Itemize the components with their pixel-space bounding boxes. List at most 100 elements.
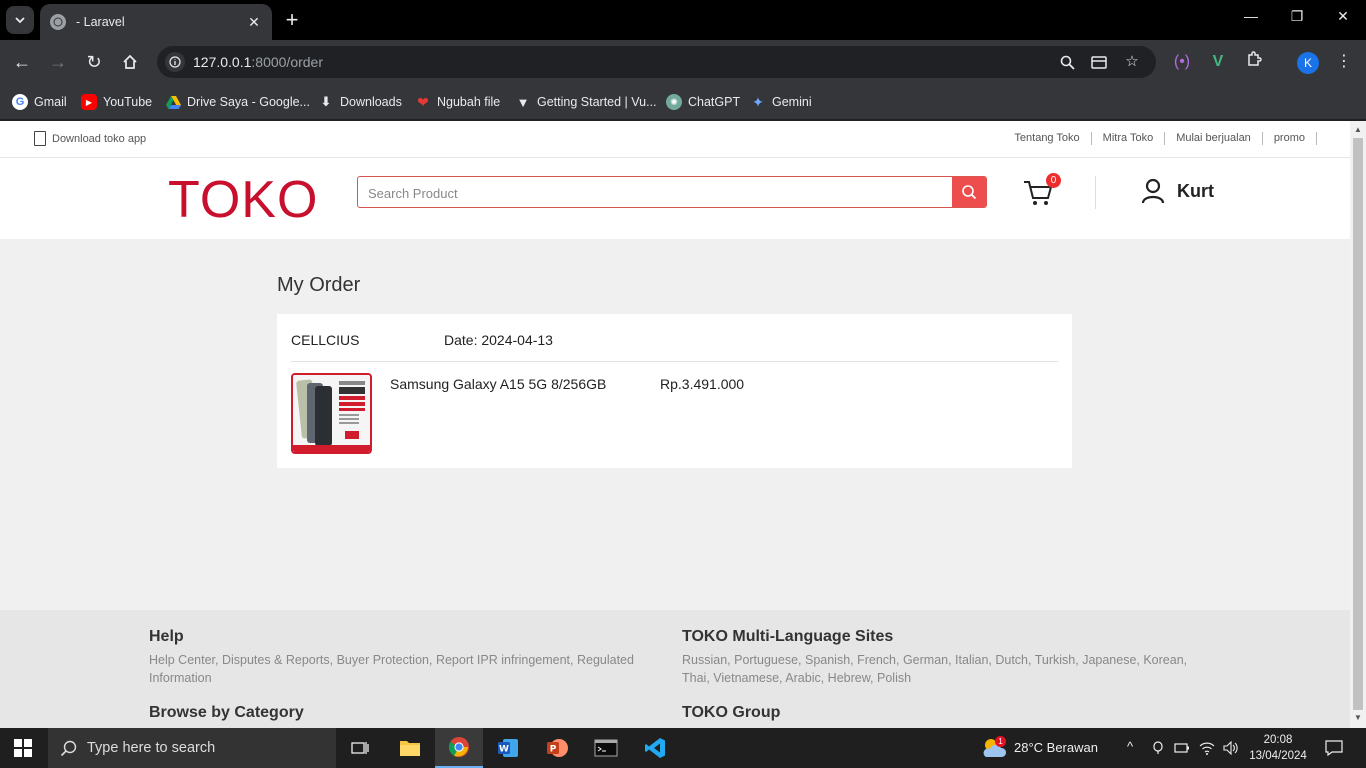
taskbar-word[interactable]: W: [484, 728, 532, 768]
link-mitra-toko[interactable]: Mitra Toko: [1092, 132, 1166, 145]
download-app-link[interactable]: Download toko app: [34, 131, 146, 146]
volume-icon[interactable]: [1218, 728, 1244, 768]
vscode-icon: [645, 738, 665, 758]
bookmark-youtube[interactable]: ▶ YouTube: [81, 92, 152, 112]
scroll-up-icon[interactable]: ▲: [1354, 125, 1362, 134]
address-bar[interactable]: 127.0.0.1:8000/order ☆: [157, 46, 1156, 78]
taskbar-vscode[interactable]: [631, 728, 679, 768]
bookmark-vuetify[interactable]: ▼ Getting Started | Vu...: [515, 92, 657, 112]
taskbar-chrome[interactable]: [435, 728, 483, 768]
svg-text:W: W: [499, 745, 509, 755]
link-mulai-berjualan[interactable]: Mulai berjualan: [1165, 132, 1263, 145]
search-icon: [962, 185, 977, 200]
extensions-puzzle-icon[interactable]: [1243, 51, 1265, 73]
browser-tab-bar: - Laravel ✕ + — ❐ ✕: [0, 0, 1366, 40]
taskbar-search[interactable]: Type here to search: [48, 728, 336, 768]
new-tab-button[interactable]: +: [280, 8, 304, 32]
footer-languages-links[interactable]: Russian, Portuguese, Spanish, French, Ge…: [682, 651, 1202, 687]
svg-text:P: P: [550, 745, 557, 755]
system-clock[interactable]: 20:08 13/04/2024: [1248, 732, 1308, 764]
task-view-icon: [351, 742, 369, 754]
page-scrollbar[interactable]: ▲ ▼: [1350, 121, 1366, 728]
product-name[interactable]: Samsung Galaxy A15 5G 8/256GB: [390, 376, 606, 392]
site-logo[interactable]: TOKO: [168, 172, 318, 228]
chatgpt-icon: ✺: [666, 94, 682, 110]
site-info-icon[interactable]: [165, 52, 185, 72]
meet-now-icon[interactable]: [1146, 728, 1170, 768]
restore-button[interactable]: ❐: [1282, 8, 1312, 25]
zoom-icon[interactable]: [1057, 52, 1077, 72]
forward-button[interactable]: →: [47, 51, 69, 73]
taskbar-terminal[interactable]: [582, 728, 630, 768]
top-links: Tentang Toko Mitra Toko Mulai berjualan …: [1003, 132, 1317, 145]
weather-text[interactable]: 28°C Berawan: [1014, 740, 1098, 755]
wifi-icon[interactable]: [1194, 728, 1220, 768]
bookmark-drive[interactable]: Drive Saya - Google...: [165, 92, 310, 112]
search-button[interactable]: [952, 177, 986, 207]
chrome-icon: [448, 737, 469, 757]
close-tab-icon[interactable]: ✕: [246, 14, 262, 31]
task-view-button[interactable]: [336, 728, 384, 768]
bookmark-gemini[interactable]: ✦ Gemini: [750, 92, 811, 112]
back-button[interactable]: ←: [11, 51, 33, 73]
site-header: TOKO 0 Kurt: [0, 158, 1350, 239]
footer-group-title: TOKO Group: [682, 704, 781, 721]
gemini-icon: ✦: [752, 93, 764, 110]
powerpoint-icon: P: [547, 739, 568, 757]
windows-start-icon[interactable]: [14, 739, 32, 757]
user-menu[interactable]: Kurt: [1141, 178, 1214, 204]
youtube-icon: ▶: [81, 94, 97, 110]
clock-date: 13/04/2024: [1249, 750, 1307, 762]
home-button[interactable]: [119, 51, 141, 73]
footer-category: Browse by Category: [149, 704, 669, 722]
menu-kebab-icon[interactable]: ⋮: [1333, 51, 1355, 73]
bookmark-downloads[interactable]: ⬇ Downloads: [318, 92, 402, 112]
tab-search-button[interactable]: [6, 6, 34, 34]
show-hidden-icons-icon[interactable]: ^: [1127, 739, 1133, 754]
taskbar-file-explorer[interactable]: [386, 728, 434, 768]
word-icon: W: [498, 739, 518, 757]
extension-icon[interactable]: (•): [1171, 51, 1193, 73]
close-window-button[interactable]: ✕: [1328, 8, 1358, 25]
scroll-down-icon[interactable]: ▼: [1354, 713, 1362, 722]
phone-download-icon: [34, 131, 46, 146]
notifications-button[interactable]: [1318, 728, 1350, 768]
bookmark-ngubah-file[interactable]: ❤ Ngubah file: [415, 92, 500, 112]
footer-help-links[interactable]: Help Center, Disputes & Reports, Buyer P…: [149, 651, 669, 687]
product-thumbnail[interactable]: [291, 373, 372, 454]
bookmark-gmail[interactable]: G Gmail: [12, 92, 67, 112]
taskbar-powerpoint[interactable]: P: [533, 728, 581, 768]
vue-devtools-icon[interactable]: V: [1207, 51, 1229, 73]
windows-taskbar: Type here to search W P 1 28°C Berawan ^…: [0, 728, 1366, 768]
search-icon: [60, 740, 77, 756]
phone-product-image: [293, 375, 370, 452]
battery-icon[interactable]: [1170, 728, 1194, 768]
terminal-icon: [594, 739, 618, 757]
scroll-thumb[interactable]: [1353, 138, 1363, 710]
tab-title: - Laravel: [76, 15, 125, 29]
link-promo[interactable]: promo: [1263, 132, 1317, 145]
reload-button[interactable]: ↻: [83, 51, 105, 73]
browser-toolbar: ← → ↻ 127.0.0.1:8000/order ☆ (•) V K ⋮: [0, 40, 1366, 84]
user-icon: [1141, 178, 1165, 204]
footer-help: Help Help Center, Disputes & Reports, Bu…: [149, 628, 669, 687]
footer-category-title: Browse by Category: [149, 704, 304, 721]
cart-count-badge: 0: [1046, 173, 1061, 188]
bookmark-star-icon[interactable]: ☆: [1122, 52, 1142, 72]
chevron-down-icon: [15, 17, 25, 24]
search-input[interactable]: [368, 183, 948, 203]
search-box: [357, 176, 987, 208]
url-text[interactable]: 127.0.0.1:8000/order: [193, 54, 323, 70]
profile-avatar[interactable]: K: [1297, 52, 1319, 74]
minimize-button[interactable]: —: [1236, 8, 1266, 24]
home-icon: [123, 54, 137, 69]
payment-card-icon[interactable]: [1089, 52, 1109, 72]
store-name[interactable]: CELLCIUS: [291, 332, 359, 348]
vuetify-icon: ▼: [516, 94, 530, 110]
product-price: Rp.3.491.000: [660, 376, 745, 392]
browser-tab[interactable]: - Laravel ✕: [40, 4, 272, 40]
bookmark-chatgpt[interactable]: ✺ ChatGPT: [666, 92, 740, 112]
link-tentang-toko[interactable]: Tentang Toko: [1003, 132, 1092, 145]
weather-widget[interactable]: [974, 728, 1014, 768]
folder-icon: [400, 741, 420, 756]
